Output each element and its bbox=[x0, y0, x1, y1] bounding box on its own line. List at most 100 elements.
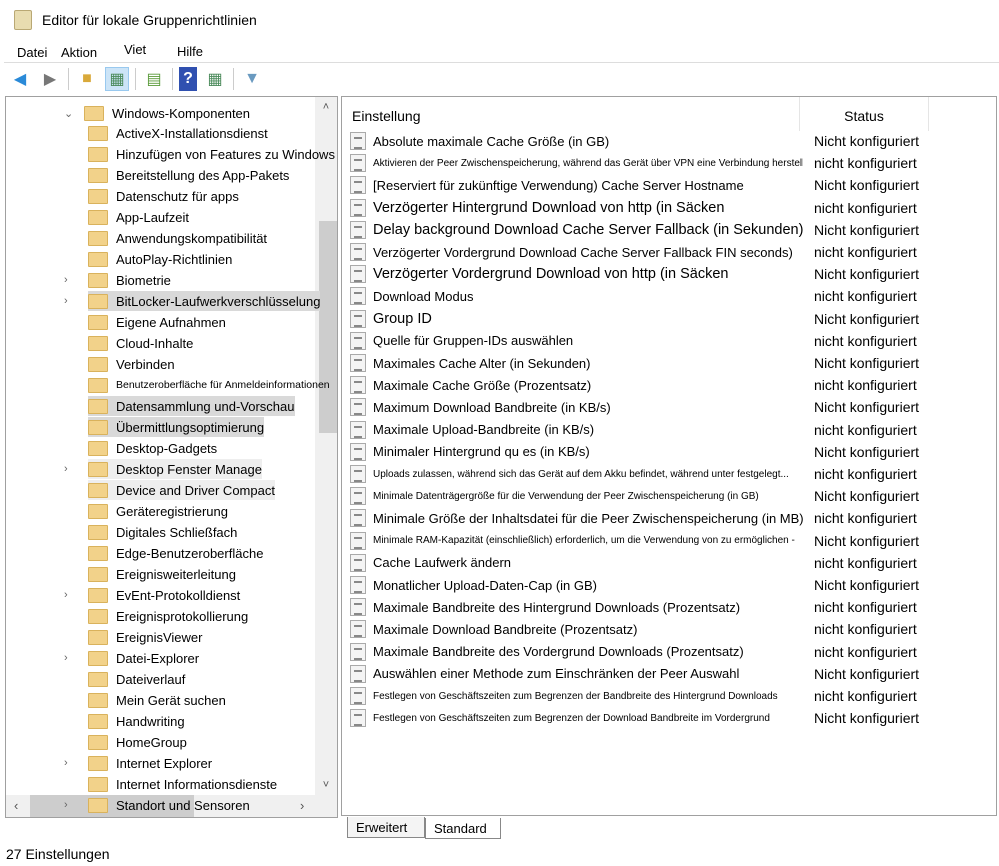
list-item[interactable]: Maximale Upload-Bandbreite (in KB/s) nich… bbox=[350, 419, 990, 441]
scroll-down-icon[interactable]: ˅ bbox=[315, 779, 337, 791]
chevron-right-icon[interactable]: › bbox=[64, 295, 76, 307]
tree-item[interactable]: Edge-Benutzeroberfläche bbox=[88, 543, 263, 563]
tree-item[interactable]: Dateiverlauf bbox=[88, 669, 185, 689]
chevron-down-icon[interactable]: ⌄ bbox=[64, 107, 76, 120]
list-item[interactable]: Maximale Bandbreite des Vordergrund Down… bbox=[350, 641, 990, 663]
tree-item[interactable]: AutoPlay-Richtlinien bbox=[88, 249, 232, 269]
menu-hilfe[interactable]: Hilfe bbox=[177, 44, 203, 59]
tree-item[interactable]: Internet Informationsdienste bbox=[88, 774, 277, 794]
tree-item[interactable]: Desktop-Gadgets bbox=[88, 438, 217, 458]
scroll-right-icon[interactable]: › bbox=[300, 798, 304, 813]
export-list-icon[interactable]: ▤ bbox=[142, 67, 166, 91]
tree-item[interactable]: Übermittlungsoptimierung bbox=[88, 417, 265, 437]
setting-name: Minimale Datenträgergröße für die Verwen… bbox=[373, 490, 759, 502]
list-item[interactable]: Uploads zulassen, während sich das Gerät… bbox=[350, 463, 990, 485]
list-item[interactable]: Verzögerter Vordergrund Download Cache S… bbox=[350, 241, 990, 263]
list-item[interactable]: Aktivieren der Peer Zwischenspeicherung,… bbox=[350, 152, 990, 174]
tree-item[interactable]: Eigene Aufnahmen bbox=[88, 312, 226, 332]
tree-item[interactable]: › Datei-Explorer bbox=[64, 648, 199, 668]
tree-item[interactable]: ActiveX-Installationsdienst bbox=[88, 123, 268, 143]
back-arrow-icon[interactable]: ◀ bbox=[8, 67, 32, 91]
list-item[interactable]: Group ID Nicht konfiguriert bbox=[350, 308, 990, 330]
tree-item[interactable]: Bereitstellung des App-Pakets bbox=[88, 165, 289, 185]
list-item[interactable]: Cache Laufwerk ändern nicht konfiguriert bbox=[350, 552, 990, 574]
tree-item[interactable]: App-Laufzeit bbox=[88, 207, 189, 227]
list-item[interactable]: Maximale Bandbreite des Hintergrund Down… bbox=[350, 596, 990, 618]
list-item[interactable]: Minimale RAM-Kapazität (einschließlich) … bbox=[350, 530, 990, 552]
policy-setting-icon bbox=[350, 420, 366, 439]
chevron-right-icon[interactable]: › bbox=[64, 757, 76, 769]
tree-item[interactable]: › EvEnt-Protokolldienst bbox=[64, 585, 240, 605]
list-item[interactable]: Verzögerter Hintergrund Download von htt… bbox=[350, 197, 990, 219]
policy-setting-icon bbox=[350, 509, 366, 528]
chevron-right-icon[interactable]: › bbox=[64, 652, 76, 664]
show-hide-tree-icon[interactable]: ▦ bbox=[105, 66, 129, 91]
tree-item[interactable]: Geräteregistrierung bbox=[88, 501, 228, 521]
tree-item[interactable]: Hinzufügen von Features zu Windows bbox=[88, 144, 335, 164]
tree-item-windows-komponenten[interactable]: ⌄ Windows-Komponenten bbox=[64, 103, 250, 123]
menu-datei[interactable]: Datei bbox=[17, 45, 47, 60]
tree-item[interactable]: Cloud-Inhalte bbox=[88, 333, 193, 353]
tree-item[interactable]: › BitLocker-Laufwerkverschlüsselung bbox=[64, 291, 321, 311]
tree-item[interactable]: Digitales Schließfach bbox=[88, 522, 237, 542]
scroll-left-icon[interactable]: ‹ bbox=[14, 798, 18, 813]
list-item[interactable]: Festlegen von Geschäftszeiten zum Begren… bbox=[350, 707, 990, 729]
tree-item[interactable]: Ereignisprotokollierung bbox=[88, 606, 248, 626]
list-item[interactable]: Minimaler Hintergrund qu es (in KB/s) Nic… bbox=[350, 441, 990, 463]
list-item[interactable]: Monatlicher Upload-Daten-Cap (in GB) Nich… bbox=[350, 574, 990, 596]
tree-vertical-scrollbar[interactable]: ˄ ˅ bbox=[315, 97, 337, 795]
tree-item[interactable]: › Desktop Fenster Manage bbox=[64, 459, 262, 479]
scrollbar-thumb[interactable] bbox=[319, 221, 337, 433]
tree-item[interactable]: Device and Driver Compact bbox=[88, 480, 275, 500]
tree-item[interactable]: Datensammlung und-Vorschau bbox=[88, 396, 295, 416]
tree-item[interactable]: HomeGroup bbox=[88, 732, 187, 752]
menu-aktion[interactable]: Aktion bbox=[61, 45, 97, 60]
folder-icon bbox=[88, 776, 108, 792]
policy-setting-icon bbox=[350, 354, 366, 372]
column-header-einstellung[interactable]: Einstellung bbox=[352, 108, 421, 124]
tree-item[interactable]: › Standort und Sensoren bbox=[64, 795, 250, 815]
setting-status: nicht konfiguriert bbox=[814, 421, 917, 438]
tree-item[interactable]: Ereignisweiterleitung bbox=[88, 564, 236, 584]
tree-item[interactable]: Benutzeroberfläche für Anmeldeinformatio… bbox=[88, 375, 330, 395]
chevron-right-icon[interactable]: › bbox=[64, 274, 76, 286]
chevron-right-icon[interactable]: › bbox=[64, 799, 76, 811]
tree-item-label: EreignisViewer bbox=[116, 629, 203, 645]
list-item[interactable]: Minimale Datenträgergröße für die Verwen… bbox=[350, 485, 990, 507]
tree-item[interactable]: Handwriting bbox=[88, 711, 185, 731]
list-item[interactable]: [Reserviert für zukünftige Verwendung) C… bbox=[350, 174, 990, 196]
tree-item[interactable]: EreignisViewer bbox=[88, 627, 202, 647]
tree-item[interactable]: Anwendungskompatibilität bbox=[88, 228, 267, 248]
policy-setting-icon bbox=[350, 243, 366, 261]
help-icon[interactable]: ? bbox=[179, 66, 197, 91]
column-header-status[interactable]: Status bbox=[799, 97, 929, 131]
tree-item[interactable]: Datenschutz für apps bbox=[88, 186, 239, 206]
menu-ansicht[interactable]: Viet bbox=[124, 42, 146, 57]
list-item[interactable]: Maximale Download Bandbreite (Prozentsat… bbox=[350, 618, 990, 640]
list-item[interactable]: Quelle für Gruppen-IDs auswählen nicht ko… bbox=[350, 330, 990, 352]
tab-standard[interactable]: Standard bbox=[425, 818, 501, 839]
up-folder-icon[interactable]: ■ bbox=[75, 67, 99, 91]
list-item[interactable]: Absolute maximale Cache Größe (in GB) Nic… bbox=[350, 130, 990, 152]
tree-item-label: Internet Explorer bbox=[116, 755, 213, 771]
scroll-up-icon[interactable]: ˄ bbox=[315, 97, 337, 113]
list-item[interactable]: Download Modus nicht konfiguriert bbox=[350, 285, 990, 307]
tree-item[interactable]: Mein Gerät suchen bbox=[88, 690, 226, 710]
list-item[interactable]: Maximum Download Bandbreite (in KB/s) Nic… bbox=[350, 396, 990, 418]
list-item[interactable]: Maximales Cache Alter (in Sekunden) Nicht… bbox=[350, 352, 990, 374]
filter-icon[interactable]: ▼ bbox=[240, 67, 264, 91]
tree-item[interactable]: › Internet Explorer bbox=[64, 753, 213, 773]
chevron-right-icon[interactable]: › bbox=[64, 589, 76, 601]
list-item[interactable]: Verzögerter Vordergrund Download von htt… bbox=[350, 263, 990, 285]
list-item[interactable]: Auswählen einer Methode zum Einschränken… bbox=[350, 663, 990, 685]
action-pane-icon[interactable]: ▦ bbox=[203, 67, 227, 91]
tab-erweitert[interactable]: Erweitert bbox=[347, 817, 425, 838]
list-item[interactable]: Delay background Download Cache Server F… bbox=[350, 219, 990, 241]
list-item[interactable]: Maximale Cache Größe (Prozentsatz) nicht … bbox=[350, 374, 990, 396]
list-item[interactable]: Minimale Größe der Inhaltsdatei für die … bbox=[350, 507, 990, 529]
tree-item[interactable]: › Biometrie bbox=[64, 270, 171, 290]
tree-item[interactable]: Verbinden bbox=[88, 354, 175, 374]
list-item[interactable]: Festlegen von Geschäftszeiten zum Begren… bbox=[350, 685, 990, 707]
chevron-right-icon[interactable]: › bbox=[64, 463, 76, 475]
forward-arrow-icon[interactable]: ▶ bbox=[38, 67, 62, 91]
